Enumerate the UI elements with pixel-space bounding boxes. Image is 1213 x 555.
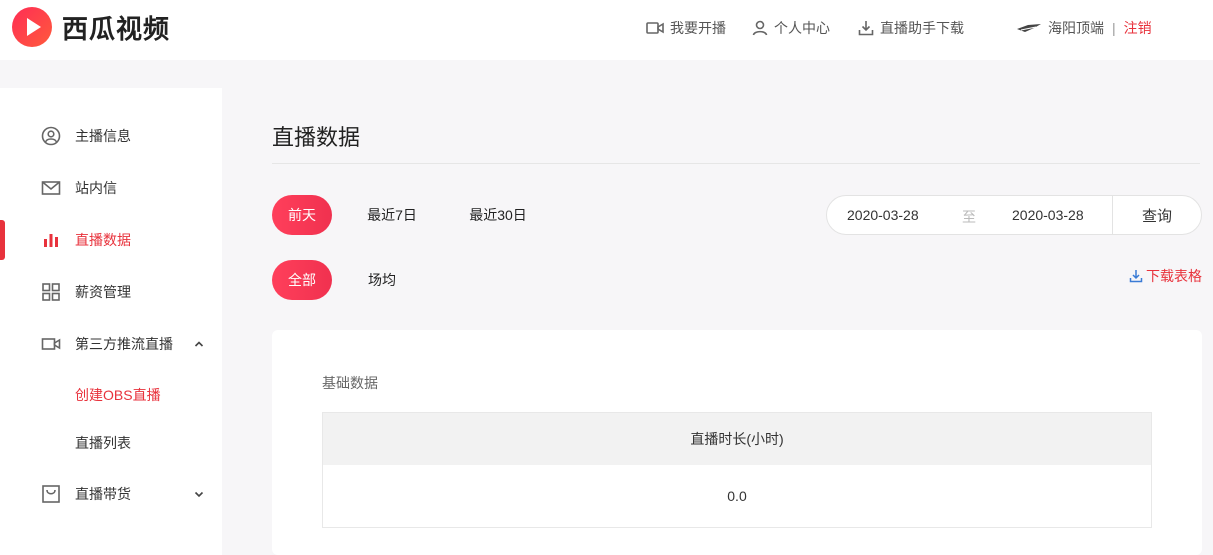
go-live-link[interactable]: 我要开播 — [646, 18, 726, 38]
shopping-bag-icon — [42, 485, 60, 503]
top-bar: 西瓜视频 我要开播 个人中心 直播助手下载 海阳顶端 | 注销 — [0, 0, 1213, 60]
username[interactable]: 海阳顶端 — [1048, 18, 1104, 38]
account-area: 海阳顶端 | 注销 — [1016, 18, 1152, 38]
sidebar: 主播信息 站内信 直播数据 薪资管理 第三方推流直播 创建OBS直播 直播列表 … — [0, 88, 222, 555]
table-header-live-duration: 直播时长(小时) — [323, 413, 1151, 465]
download-icon — [1129, 270, 1143, 283]
video-camera-icon — [646, 22, 664, 34]
tab-last-7-days[interactable]: 最近7日 — [352, 195, 432, 235]
sidebar-item-third-party-stream[interactable]: 第三方推流直播 — [0, 324, 222, 364]
page-title: 直播数据 — [272, 125, 361, 150]
personal-center-link[interactable]: 个人中心 — [752, 18, 830, 38]
table-cell-live-duration: 0.0 — [727, 488, 747, 504]
user-icon — [752, 20, 768, 36]
avatar[interactable] — [1016, 21, 1042, 35]
sidebar-item-salary[interactable]: 薪资管理 — [0, 272, 222, 312]
sidebar-item-live-data[interactable]: 直播数据 — [0, 220, 222, 260]
date-range-separator: 至 — [962, 209, 976, 225]
end-date-input[interactable]: 2020-03-28 — [1012, 207, 1084, 223]
sidebar-item-label: 站内信 — [75, 180, 117, 196]
brand-name: 西瓜视频 — [62, 13, 171, 44]
tab-average-per-session[interactable]: 场均 — [352, 260, 412, 300]
tab-all[interactable]: 全部 — [272, 260, 332, 300]
download-table-label: 下载表格 — [1146, 268, 1202, 284]
sidebar-subitem-create-obs[interactable]: 创建OBS直播 — [75, 385, 161, 405]
video-camera-icon — [41, 338, 61, 350]
logout-link[interactable]: 注销 — [1124, 18, 1152, 38]
go-live-label: 我要开播 — [670, 20, 726, 36]
assistant-download-label: 直播助手下载 — [880, 20, 964, 36]
mail-icon — [41, 181, 61, 195]
sidebar-item-label: 第三方推流直播 — [75, 336, 173, 352]
tab-day-before-yesterday[interactable]: 前天 — [272, 195, 332, 235]
sidebar-item-label: 直播数据 — [75, 232, 131, 248]
sidebar-item-live-commerce[interactable]: 直播带货 — [0, 474, 222, 514]
sidebar-item-label: 主播信息 — [75, 128, 131, 144]
user-circle-icon — [41, 126, 61, 146]
brand-logo[interactable]: 西瓜视频 — [12, 7, 170, 47]
chevron-up-icon — [194, 341, 204, 347]
personal-center-label: 个人中心 — [774, 20, 830, 36]
download-table-link[interactable]: 下载表格 — [1129, 266, 1202, 286]
date-range-picker: 2020-03-28 至 2020-03-28 查询 — [826, 195, 1202, 235]
query-button[interactable]: 查询 — [1112, 196, 1202, 234]
card-title: 基础数据 — [322, 375, 378, 391]
tab-last-30-days[interactable]: 最近30日 — [457, 195, 539, 235]
assistant-download-link[interactable]: 直播助手下载 — [858, 18, 964, 38]
basic-data-table: 直播时长(小时) 0.0 — [322, 412, 1152, 528]
play-logo-icon — [12, 7, 52, 47]
basic-data-card: 基础数据 直播时长(小时) 0.0 — [272, 330, 1202, 555]
start-date-input[interactable]: 2020-03-28 — [847, 207, 919, 223]
download-icon — [858, 21, 874, 36]
chevron-down-icon — [194, 491, 204, 498]
sidebar-subitem-live-list[interactable]: 直播列表 — [75, 433, 131, 453]
nav-separator: | — [1112, 20, 1116, 36]
sidebar-item-label: 薪资管理 — [75, 284, 131, 300]
sidebar-item-anchor-info[interactable]: 主播信息 — [0, 116, 222, 156]
bar-chart-icon — [44, 234, 58, 247]
title-divider — [272, 163, 1200, 164]
sidebar-item-messages[interactable]: 站内信 — [0, 168, 222, 208]
sidebar-item-label: 直播带货 — [75, 486, 131, 502]
grid-icon — [42, 283, 60, 301]
